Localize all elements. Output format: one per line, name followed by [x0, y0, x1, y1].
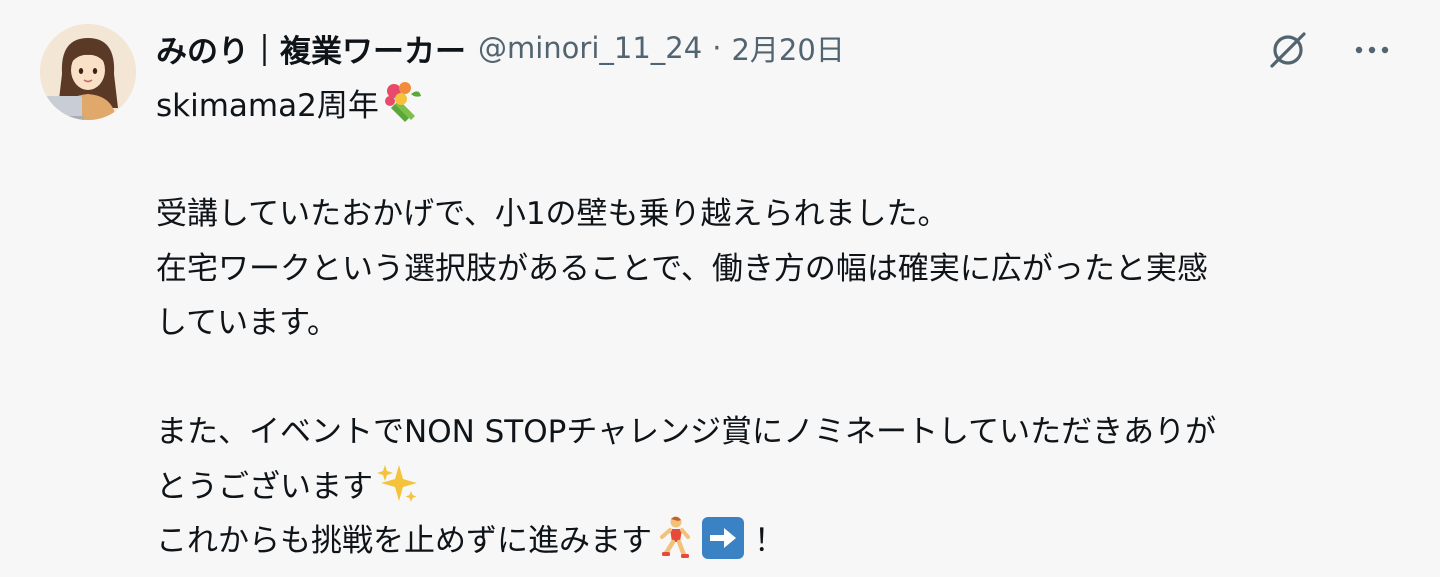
post-line: skimama2周年 — [156, 78, 1396, 133]
post-line: 在宅ワークという選択肢があることで、働き方の幅は確実に広がったと実感 — [156, 250, 1208, 287]
exclamation-text: ！ — [754, 523, 785, 559]
unlinked-icon[interactable] — [1266, 28, 1310, 72]
post-line-text: これからも挑戦を止めずに進みます — [156, 523, 652, 559]
header-actions — [1266, 28, 1394, 72]
avatar[interactable] — [40, 24, 136, 120]
post-line: とうございます — [156, 460, 1396, 515]
post-header: みのり｜複業ワーカー @minori_11_24 · 2月20日 — [156, 22, 845, 74]
post-line: これからも挑戦を止めずに進みます ！ — [156, 514, 1396, 569]
runner-emoji — [654, 515, 694, 577]
post-body: skimama2周年 受講していたおかげで、小1の壁も乗り越えられました。 在宅… — [156, 78, 1396, 569]
post-line: しています。 — [156, 305, 338, 341]
author-handle[interactable]: @minori_11_24 — [478, 31, 702, 65]
more-icon[interactable] — [1350, 28, 1394, 72]
bouquet-emoji — [381, 78, 427, 142]
sparkles-emoji — [375, 461, 419, 523]
separator-dot: · — [712, 31, 722, 65]
post-line: 受講していたおかげで、小1の壁も乗り越えられました。 — [156, 196, 949, 232]
author-display-name[interactable]: みのり｜複業ワーカー — [156, 26, 466, 71]
post-line-text: skimama2周年 — [156, 88, 379, 124]
right-arrow-emoji — [702, 517, 744, 559]
post-line-text: とうございます — [156, 468, 373, 505]
post-date[interactable]: 2月20日 — [731, 27, 844, 69]
post-card: みのり｜複業ワーカー @minori_11_24 · 2月20日 skimama… — [0, 0, 1440, 559]
post-line: また、イベントでNON STOPチャレンジ賞にノミネートしていただきありが — [156, 414, 1217, 450]
avatar-illustration — [40, 24, 136, 120]
